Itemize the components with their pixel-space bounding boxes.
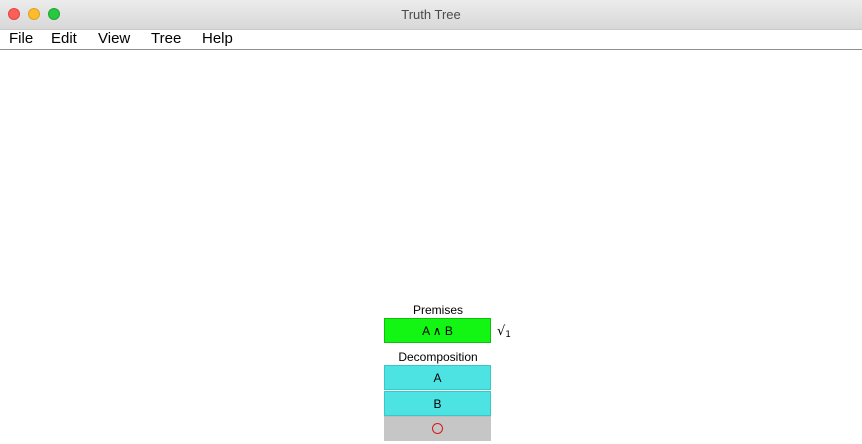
- menu-bar: File Edit View Tree Help: [0, 30, 862, 50]
- branch-terminator-node[interactable]: [384, 416, 491, 441]
- premise-formula: A ∧ B: [422, 324, 453, 338]
- decomposed-check-mark: √1: [497, 319, 511, 344]
- menu-file[interactable]: File: [9, 30, 33, 49]
- check-index: 1: [505, 330, 512, 340]
- menu-edit[interactable]: Edit: [51, 30, 77, 49]
- menu-view[interactable]: View: [98, 30, 130, 49]
- decomposition-node[interactable]: A: [384, 365, 491, 390]
- premise-node[interactable]: A ∧ B √1: [384, 318, 511, 343]
- decomposition-node[interactable]: B: [384, 391, 491, 416]
- truth-tree: Premises A ∧ B √1 Decomposition A B: [384, 302, 511, 441]
- premises-label: Premises: [412, 303, 463, 317]
- decomposition-formula: B: [433, 397, 442, 411]
- window-titlebar: Truth Tree: [0, 0, 862, 30]
- menu-tree[interactable]: Tree: [151, 30, 181, 49]
- decomposition-label: Decomposition: [398, 350, 478, 364]
- window-title: Truth Tree: [401, 7, 461, 22]
- decomposition-formula: A: [433, 371, 442, 385]
- menu-help[interactable]: Help: [202, 30, 233, 49]
- open-branch-circle-icon: [432, 423, 443, 435]
